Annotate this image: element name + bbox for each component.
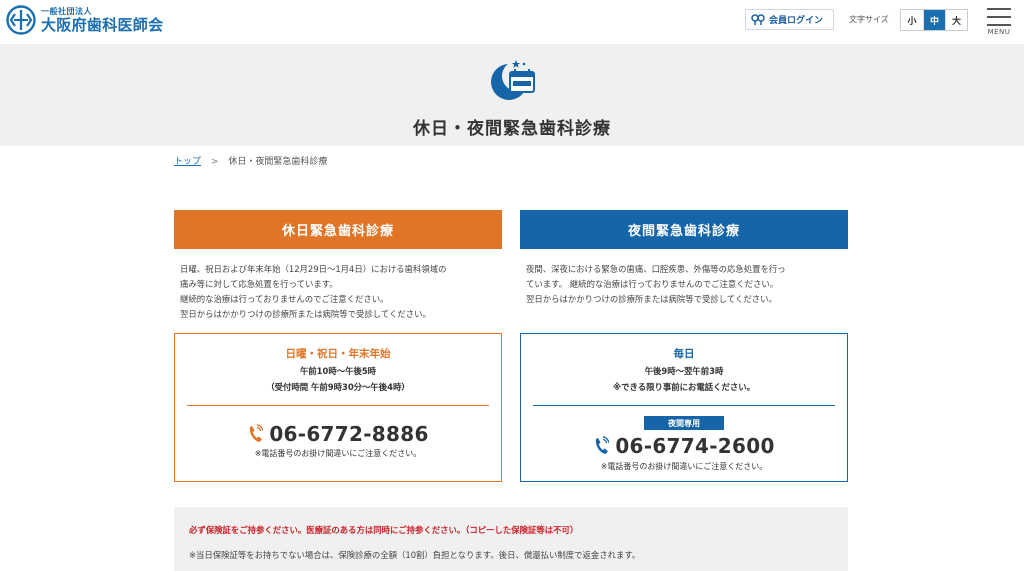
night-phone[interactable]: 06-6774-2600 [521, 434, 847, 458]
page-hero: 休日・夜間緊急歯科診療 [0, 44, 1024, 146]
holiday-description-line: 継続的な治療は行っておりませんのでご注意ください。 [180, 294, 389, 304]
holiday-description: 日曜、祝日および年末年始（12月29日〜1月4日）における歯科領域の 痛み等に対… [180, 262, 500, 322]
font-size-medium-button[interactable]: 中 [923, 10, 945, 30]
holiday-description-line: 痛み等に対して応急処置を行っています。 [180, 279, 338, 289]
holiday-phone[interactable]: 06-6772-8886 [175, 422, 501, 446]
insurance-required-notice: 必ず保険証をご持参ください。医療証のある方は同時にご持参ください。（コピーした保… [189, 525, 579, 535]
insurance-notice: 必ず保険証をご持参ください。医療証のある方は同時にご持参ください。（コピーした保… [174, 507, 848, 571]
night-card-divider [533, 405, 835, 406]
night-description-line: ています。 継続的な治療は行っておりませんのでご注意ください。 [526, 279, 779, 289]
logo-subtitle: 一般社団法人 [41, 6, 92, 16]
menu-label: MENU [987, 28, 1011, 36]
night-description: 夜間、深夜における緊急の歯痛、口腔疾患、外傷等の応急処置を行っ ています。 継続… [526, 262, 846, 307]
page-title: 休日・夜間緊急歯科診療 [413, 119, 611, 139]
holiday-card-title: 日曜・祝日・年末年始 [285, 348, 391, 360]
night-info-card: 毎日 午後9時〜翌午前3時 ※できる限り事前にお電話ください。 夜間専用 06-… [520, 333, 848, 482]
night-description-line: 夜間、深夜における緊急の歯痛、口腔疾患、外傷等の応急処置を行っ [526, 264, 786, 274]
key-icon [751, 13, 765, 25]
phone-icon [250, 424, 264, 442]
night-description-line: 翌日からはかかりつけの診療所または病院等で受診してください。 [526, 294, 777, 304]
logo-title: 大阪府歯科医師会 [41, 15, 164, 34]
night-heading: 夜間緊急歯科診療 [520, 210, 848, 249]
holiday-phone-note: ※電話番号のお掛け間違いにご注意ください。 [254, 449, 422, 458]
breadcrumb-home-link[interactable]: トップ [174, 157, 201, 167]
breadcrumb: トップ > 休日・夜間緊急歯科診療 [174, 154, 327, 167]
breadcrumb-current: 休日・夜間緊急歯科診療 [228, 157, 328, 167]
night-phone-number: 06-6774-2600 [615, 434, 775, 458]
holiday-info-card: 日曜・祝日・年末年始 午前10時〜午後5時 （受付時間 午前9時30分〜午後4時… [174, 333, 502, 482]
holiday-description-line: 翌日からはかかりつけの診療所または病院等で受診してください。 [180, 309, 431, 319]
holiday-phone-number: 06-6772-8886 [269, 422, 429, 446]
night-advance-call-note: ※できる限り事前にお電話ください。 [613, 382, 755, 392]
holiday-card-divider [187, 405, 489, 406]
holiday-heading: 休日緊急歯科診療 [174, 210, 502, 249]
phone-icon [596, 436, 610, 454]
font-size-large-button[interactable]: 大 [945, 10, 967, 30]
member-login-button[interactable]: 会員ログイン [745, 9, 834, 30]
night-phone-note: ※電話番号のお掛け間違いにご注意ください。 [600, 462, 768, 471]
holiday-description-line: 日曜、祝日および年末年始（12月29日〜1月4日）における歯科領域の [180, 264, 447, 274]
holiday-hours: 午前10時〜午後5時 [299, 366, 377, 376]
menu-button[interactable]: MENU [986, 8, 1012, 36]
night-hours: 午後9時〜翌午前3時 [644, 366, 724, 376]
font-size-label: 文字サイズ [849, 15, 889, 24]
insurance-refund-notice: ※当日保険証等をお持ちでない場合は、保険診療の全額（10割）負担となります。後日… [189, 550, 641, 560]
moon-calendar-icon [491, 60, 535, 100]
night-card-title: 毎日 [673, 348, 695, 360]
site-logo[interactable]: 一般社団法人 大阪府歯科医師会 [6, 5, 163, 35]
logo-emblem-icon [6, 5, 36, 35]
holiday-reception-hours: （受付時間 午前9時30分〜午後4時） [266, 382, 410, 392]
member-login-label: 会員ログイン [769, 16, 824, 26]
night-only-badge: 夜間専用 [644, 416, 724, 430]
breadcrumb-separator: > [210, 157, 219, 167]
site-header: 一般社団法人 大阪府歯科医師会 会員ログイン 文字サイズ 小 中 大 MENU [0, 0, 1024, 44]
hamburger-icon [987, 8, 1011, 10]
font-size-small-button[interactable]: 小 [901, 10, 923, 30]
font-size-switcher: 小 中 大 [900, 9, 968, 31]
